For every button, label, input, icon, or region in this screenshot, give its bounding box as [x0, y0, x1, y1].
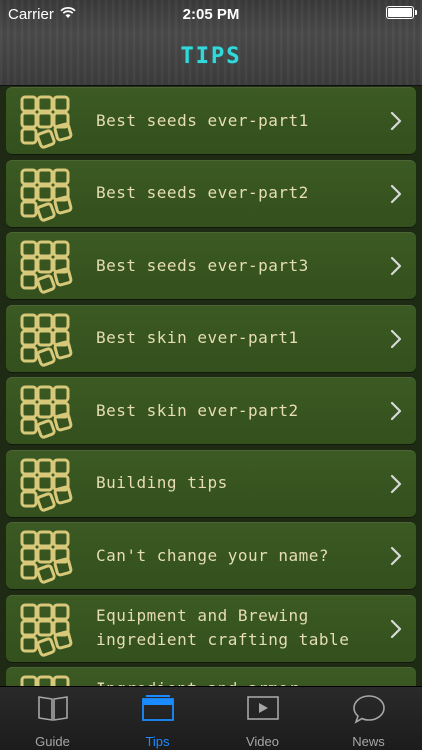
list-item-label: Best seeds ever-part3 — [96, 255, 309, 275]
list-item-label: Best skin ever-part1 — [96, 328, 299, 347]
blocks-grid-icon — [20, 95, 76, 149]
tab-tips-label: Tips — [145, 734, 170, 749]
speech-bubble-icon — [352, 695, 385, 724]
window-icon — [141, 695, 174, 721]
chevron-right-icon — [390, 474, 402, 494]
list-item[interactable]: Best seeds ever-part1 — [6, 87, 416, 154]
list-item-label: Building tips — [96, 473, 228, 492]
tab-video[interactable]: Video — [210, 687, 315, 750]
list-item-label: Can't change your name? — [96, 545, 330, 565]
tab-video-label: Video — [245, 734, 279, 749]
blocks-grid-icon — [20, 603, 76, 657]
blocks-grid-icon — [20, 313, 76, 367]
list-item[interactable]: Can't change your name? — [6, 522, 416, 589]
blocks-grid-icon — [20, 168, 76, 222]
tab-news-label: News — [352, 734, 385, 749]
blocks-grid-icon — [20, 240, 76, 294]
book-icon — [37, 696, 68, 721]
tips-list[interactable]: Best seeds ever-part1 Best seeds ever-par… — [0, 86, 422, 686]
page-title: TIPS — [180, 44, 242, 69]
blocks-grid-icon — [20, 530, 76, 584]
battery-fill — [388, 8, 412, 17]
list-item[interactable]: Best skin ever-part1 — [6, 304, 416, 372]
list-item[interactable]: Best skin ever-part2 — [6, 377, 416, 444]
list-item-label: Best seeds ever-part2 — [96, 183, 309, 202]
list-item-label: Equipment and Brewing ingredient craftin… — [96, 606, 350, 649]
tab-bar: Guide Tips Video News — [0, 686, 422, 750]
status-right — [386, 6, 417, 19]
list-item[interactable]: Building tips — [6, 449, 416, 517]
list-item[interactable]: Ingredient and armor crafting — [6, 667, 416, 686]
play-icon — [246, 696, 279, 720]
blocks-grid-icon — [20, 675, 76, 686]
list-item-label: Best seeds ever-part1 — [96, 110, 309, 130]
list-item[interactable]: Best seeds ever-part2 — [6, 159, 416, 227]
chevron-right-icon — [390, 546, 402, 566]
tab-guide[interactable]: Guide — [0, 687, 105, 750]
chevron-right-icon — [390, 256, 402, 276]
tab-tips[interactable]: Tips — [105, 687, 210, 750]
blocks-grid-icon — [20, 458, 76, 512]
blocks-grid-icon — [20, 385, 76, 439]
list-item[interactable]: Equipment and Brewing ingredient craftin… — [6, 594, 416, 662]
chevron-right-icon — [390, 401, 402, 421]
tab-news[interactable]: News — [316, 687, 421, 750]
chevron-right-icon — [390, 111, 402, 131]
chevron-right-icon — [390, 184, 402, 204]
navigation-header: Carrier 2:05 PM TIPS — [0, 0, 422, 86]
status-bar: Carrier 2:05 PM — [0, 0, 422, 30]
battery-icon — [386, 6, 417, 19]
chevron-right-icon — [390, 619, 402, 639]
chevron-right-icon — [390, 329, 402, 349]
list-item-label: Ingredient and armor crafting — [96, 667, 376, 687]
list-item[interactable]: Best seeds ever-part3 — [6, 232, 416, 299]
list-item-label: Best skin ever-part2 — [96, 400, 299, 420]
tab-guide-label: Guide — [35, 734, 70, 749]
status-time: 2:05 PM — [182, 6, 240, 23]
